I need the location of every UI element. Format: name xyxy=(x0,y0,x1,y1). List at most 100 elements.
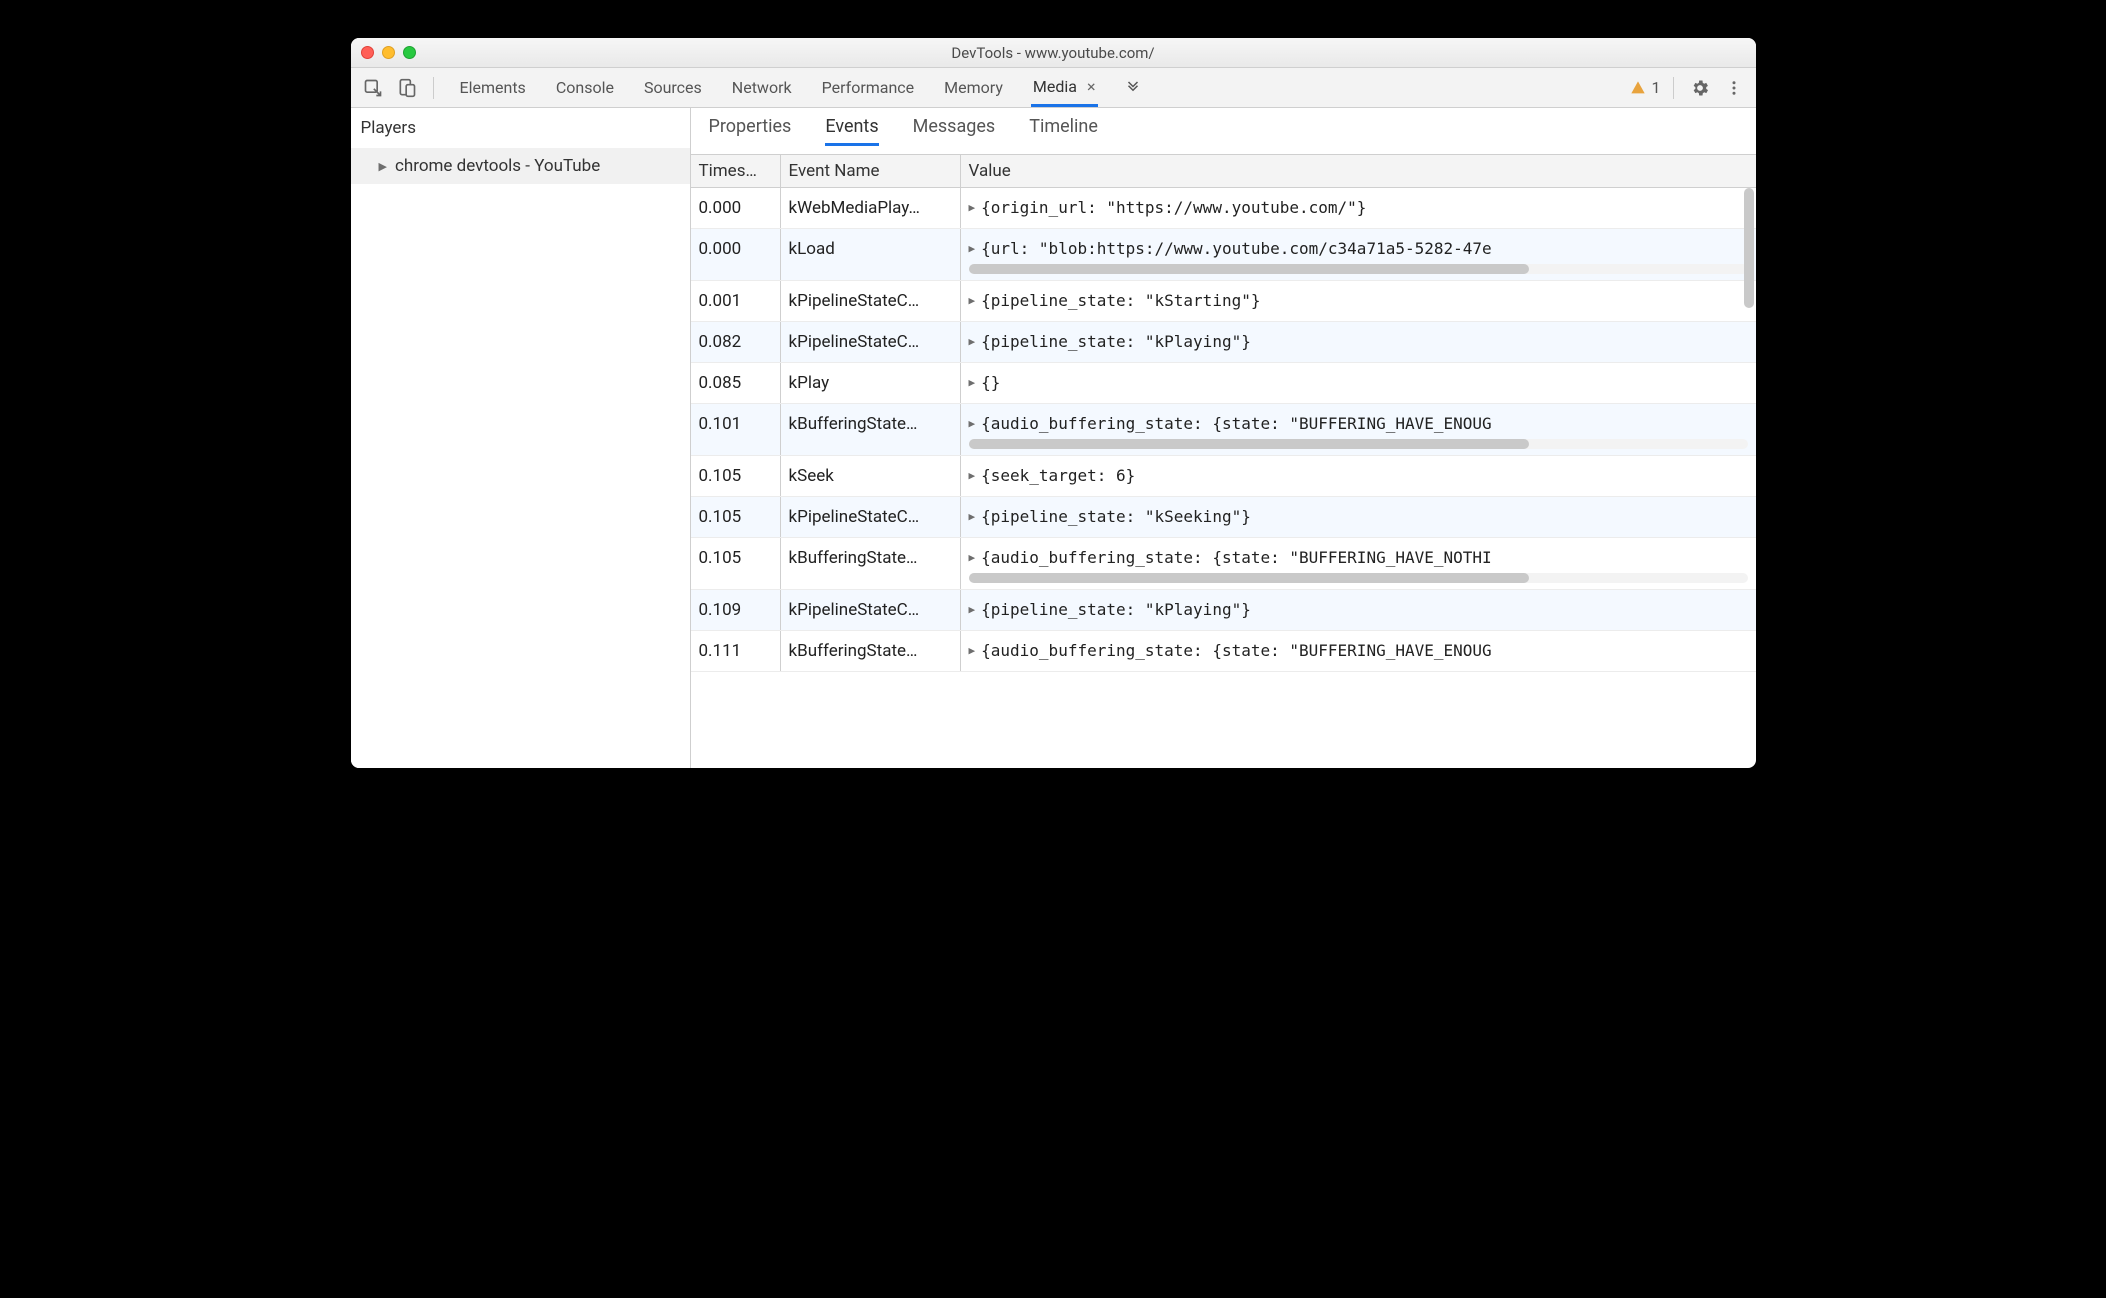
main-panel: Properties Events Messages Timeline Time… xyxy=(691,108,1756,768)
more-options-icon[interactable] xyxy=(1720,79,1748,97)
col-header-timestamp[interactable]: Times… xyxy=(691,155,781,187)
cell-timestamp: 0.105 xyxy=(691,538,781,589)
cell-value: ▶ {seek_target: 6} xyxy=(961,456,1756,496)
table-row[interactable]: 0.105kBufferingState… ▶ {audio_buffering_s… xyxy=(691,538,1756,590)
settings-icon[interactable] xyxy=(1686,78,1714,98)
cell-timestamp: 0.105 xyxy=(691,497,781,537)
table-row[interactable]: 0.105kPipelineStateC… ▶ {pipeline_state: "… xyxy=(691,497,1756,538)
disclosure-triangle-icon[interactable]: ▶ xyxy=(969,551,976,564)
cell-value: ▶ {pipeline_state: "kStarting"} xyxy=(961,281,1756,321)
disclosure-triangle-icon[interactable]: ▶ xyxy=(969,335,976,348)
cell-value-text: {pipeline_state: "kStarting"} xyxy=(981,291,1260,310)
warnings-badge[interactable]: 1 xyxy=(1630,78,1661,97)
cell-eventname: kPipelineStateC… xyxy=(781,281,961,321)
media-subtabs: Properties Events Messages Timeline xyxy=(691,108,1756,155)
toolbar-separator xyxy=(433,77,434,99)
cell-value-text: {pipeline_state: "kSeeking"} xyxy=(981,507,1251,526)
subtab-events[interactable]: Events xyxy=(825,116,878,146)
cell-value-text: {audio_buffering_state: {state: "BUFFERI… xyxy=(981,548,1492,567)
close-window-button[interactable] xyxy=(361,46,374,59)
cell-value-text: {origin_url: "https://www.youtube.com/"} xyxy=(981,198,1366,217)
disclosure-triangle-icon[interactable]: ▶ xyxy=(969,242,976,255)
horizontal-scrollbar[interactable] xyxy=(969,264,1748,274)
col-header-value[interactable]: Value xyxy=(961,155,1756,187)
devtools-window: DevTools - www.youtube.com/ Elements Con… xyxy=(351,38,1756,768)
disclosure-triangle-icon[interactable]: ▶ xyxy=(969,603,976,616)
cell-value-text: {audio_buffering_state: {state: "BUFFERI… xyxy=(981,414,1492,433)
tab-media-label: Media xyxy=(1033,77,1077,96)
disclosure-triangle-icon[interactable]: ▶ xyxy=(969,469,976,482)
tab-memory[interactable]: Memory xyxy=(942,70,1005,105)
table-row[interactable]: 0.111kBufferingState… ▶ {audio_buffering_s… xyxy=(691,631,1756,672)
toolbar-separator xyxy=(1673,77,1674,99)
cell-eventname: kBufferingState… xyxy=(781,404,961,455)
disclosure-triangle-icon[interactable]: ▶ xyxy=(969,201,976,214)
player-item[interactable]: ▶ chrome devtools - YouTube xyxy=(351,148,690,184)
tab-sources[interactable]: Sources xyxy=(642,70,704,105)
disclosure-triangle-icon: ▶ xyxy=(379,160,387,173)
devtools-toolbar: Elements Console Sources Network Perform… xyxy=(351,68,1756,108)
tab-network[interactable]: Network xyxy=(730,70,794,105)
cell-value-text: {seek_target: 6} xyxy=(981,466,1135,485)
subtab-timeline[interactable]: Timeline xyxy=(1029,116,1098,146)
disclosure-triangle-icon[interactable]: ▶ xyxy=(969,294,976,307)
cell-value: ▶{pipeline_state: "kPlaying"} xyxy=(961,590,1756,630)
table-row[interactable]: 0.082kPipelineStateC…▶{pipeline_state: "… xyxy=(691,322,1756,363)
minimize-window-button[interactable] xyxy=(382,46,395,59)
disclosure-triangle-icon[interactable]: ▶ xyxy=(969,510,976,523)
cell-timestamp: 0.111 xyxy=(691,631,781,671)
subtab-properties[interactable]: Properties xyxy=(709,116,792,146)
table-row[interactable]: 0.000kWebMediaPlay…▶{origin_url: "https:… xyxy=(691,188,1756,229)
inspect-element-icon[interactable] xyxy=(359,74,387,102)
close-tab-icon[interactable]: × xyxy=(1087,77,1096,96)
cell-value: ▶ {pipeline_state: "kSeeking"} xyxy=(961,497,1756,537)
titlebar: DevTools - www.youtube.com/ xyxy=(351,38,1756,68)
cell-eventname: kPipelineStateC… xyxy=(781,590,961,630)
cell-eventname: kLoad xyxy=(781,229,961,280)
disclosure-triangle-icon[interactable]: ▶ xyxy=(969,376,976,389)
table-row[interactable]: 0.001kPipelineStateC…▶{pipeline_state: "… xyxy=(691,281,1756,322)
cell-timestamp: 0.000 xyxy=(691,188,781,228)
vertical-scrollbar[interactable] xyxy=(1744,188,1754,308)
tab-elements[interactable]: Elements xyxy=(458,70,528,105)
more-tabs-icon[interactable] xyxy=(1124,79,1142,97)
cell-value-text: {} xyxy=(981,373,1000,392)
table-row[interactable]: 0.109kPipelineStateC…▶{pipeline_state: "… xyxy=(691,590,1756,631)
cell-timestamp: 0.000 xyxy=(691,229,781,280)
cell-value: ▶ {audio_buffering_state: {state: "BUFFER… xyxy=(961,538,1756,589)
cell-timestamp: 0.105 xyxy=(691,456,781,496)
tab-console[interactable]: Console xyxy=(554,70,616,105)
tab-performance[interactable]: Performance xyxy=(820,70,917,105)
cell-eventname: kBufferingState… xyxy=(781,631,961,671)
sidebar-title: Players xyxy=(351,108,690,148)
zoom-window-button[interactable] xyxy=(403,46,416,59)
cell-value: ▶ {audio_buffering_state: {state: "BUFFER… xyxy=(961,404,1756,455)
col-header-eventname[interactable]: Event Name xyxy=(781,155,961,187)
player-item-label: chrome devtools - YouTube xyxy=(395,156,600,176)
warnings-count: 1 xyxy=(1652,78,1661,97)
cell-value: ▶ {url: "blob:https://www.youtube.com/c34… xyxy=(961,229,1756,280)
cell-timestamp: 0.101 xyxy=(691,404,781,455)
cell-eventname: kPipelineStateC… xyxy=(781,497,961,537)
cell-eventname: kSeek xyxy=(781,456,961,496)
table-row[interactable]: 0.101kBufferingState… ▶ {audio_buffering_s… xyxy=(691,404,1756,456)
players-sidebar: Players ▶ chrome devtools - YouTube xyxy=(351,108,691,768)
cell-value-text: {pipeline_state: "kPlaying"} xyxy=(981,332,1251,351)
tab-media[interactable]: Media × xyxy=(1031,69,1098,107)
horizontal-scrollbar[interactable] xyxy=(969,439,1748,449)
table-row[interactable]: 0.105kSeek ▶ {seek_target: 6} xyxy=(691,456,1756,497)
table-row[interactable]: 0.000kLoad ▶ {url: "blob:https://www.youtu… xyxy=(691,229,1756,281)
window-title: DevTools - www.youtube.com/ xyxy=(351,44,1756,62)
horizontal-scrollbar[interactable] xyxy=(969,573,1748,583)
cell-value: ▶ {} xyxy=(961,363,1756,403)
table-row[interactable]: 0.085kPlay▶{} xyxy=(691,363,1756,404)
disclosure-triangle-icon[interactable]: ▶ xyxy=(969,417,976,430)
disclosure-triangle-icon[interactable]: ▶ xyxy=(969,644,976,657)
cell-value-text: {audio_buffering_state: {state: "BUFFERI… xyxy=(981,641,1492,660)
device-toggle-icon[interactable] xyxy=(393,74,421,102)
events-table-body[interactable]: 0.000kWebMediaPlay…▶{origin_url: "https:… xyxy=(691,188,1756,768)
events-table-header: Times… Event Name Value xyxy=(691,155,1756,188)
subtab-messages[interactable]: Messages xyxy=(913,116,996,146)
cell-eventname: kBufferingState… xyxy=(781,538,961,589)
cell-value-text: {url: "blob:https://www.youtube.com/c34a… xyxy=(981,239,1492,258)
